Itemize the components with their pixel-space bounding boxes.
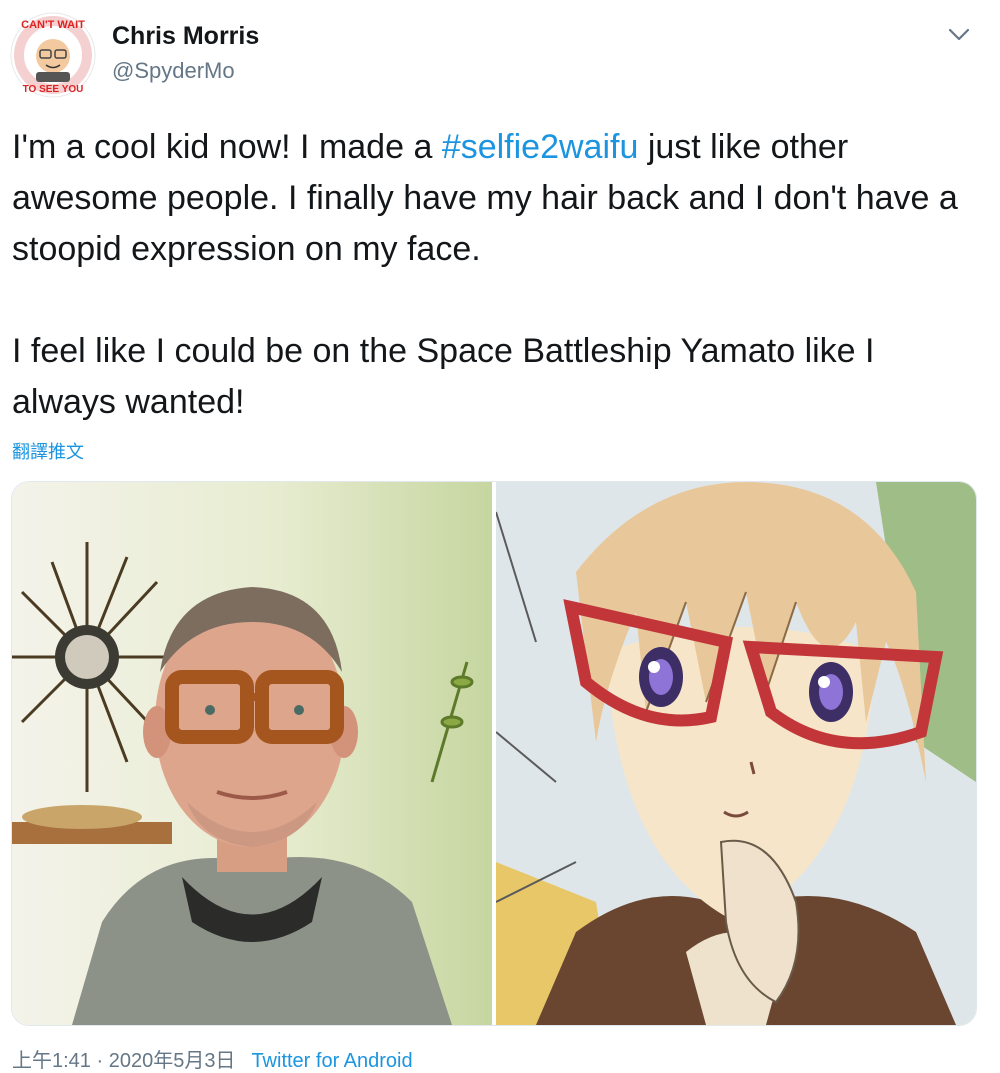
hashtag-link[interactable]: #selfie2waifu — [442, 128, 639, 166]
svg-text:CAN'T WAIT: CAN'T WAIT — [21, 19, 85, 31]
media-grid — [11, 481, 977, 1026]
tweet-paragraph-2: I feel like I could be on the Space Batt… — [12, 332, 875, 421]
tweet-text: I'm a cool kid now! I made a #selfie2wai… — [12, 122, 982, 428]
author-name[interactable]: Chris Morris — [112, 22, 259, 51]
avatar-image: CAN'T WAIT TO SEE YOU — [10, 12, 96, 98]
selfie-photo[interactable] — [12, 482, 492, 1025]
tweet-timestamp[interactable]: 上午1:41 · 2020年5月3日 — [12, 1050, 235, 1072]
chevron-down-icon[interactable] — [944, 22, 974, 46]
tweet-source-link[interactable]: Twitter for Android — [251, 1050, 412, 1072]
translate-tweet-link[interactable]: 翻譯推文 — [12, 438, 84, 464]
tweet-text-part: I'm a cool kid now! I made a — [12, 128, 442, 166]
tweet-paragraph-1: I'm a cool kid now! I made a #selfie2wai… — [12, 122, 982, 275]
author-handle[interactable]: @SpyderMo — [112, 58, 235, 84]
anime-portrait-photo[interactable] — [496, 482, 976, 1025]
avatar[interactable]: CAN'T WAIT TO SEE YOU — [10, 12, 96, 98]
svg-text:TO SEE YOU: TO SEE YOU — [23, 84, 84, 95]
